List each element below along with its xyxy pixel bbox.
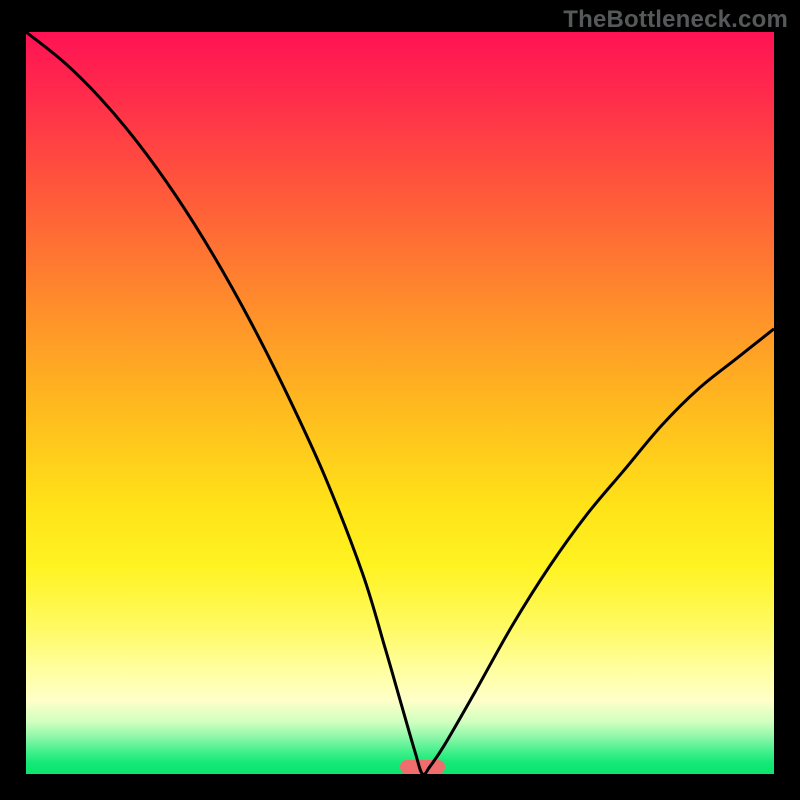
curve-svg xyxy=(26,32,774,774)
bottleneck-curve xyxy=(26,32,774,774)
chart-frame: TheBottleneck.com xyxy=(0,0,800,800)
plot-area xyxy=(26,32,774,774)
watermark-text: TheBottleneck.com xyxy=(563,6,788,34)
